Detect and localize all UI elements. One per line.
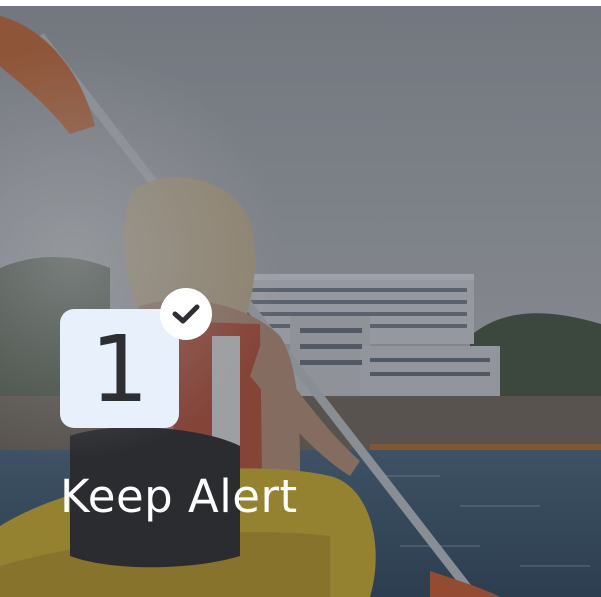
completed-check-badge [160,288,212,340]
card-title: Keep Alert [60,470,298,523]
step-number-badge: 1 [60,309,179,428]
step-card[interactable]: 1 Keep Alert [0,6,601,597]
checkmark-icon [171,302,201,326]
step-number: 1 [90,315,149,423]
